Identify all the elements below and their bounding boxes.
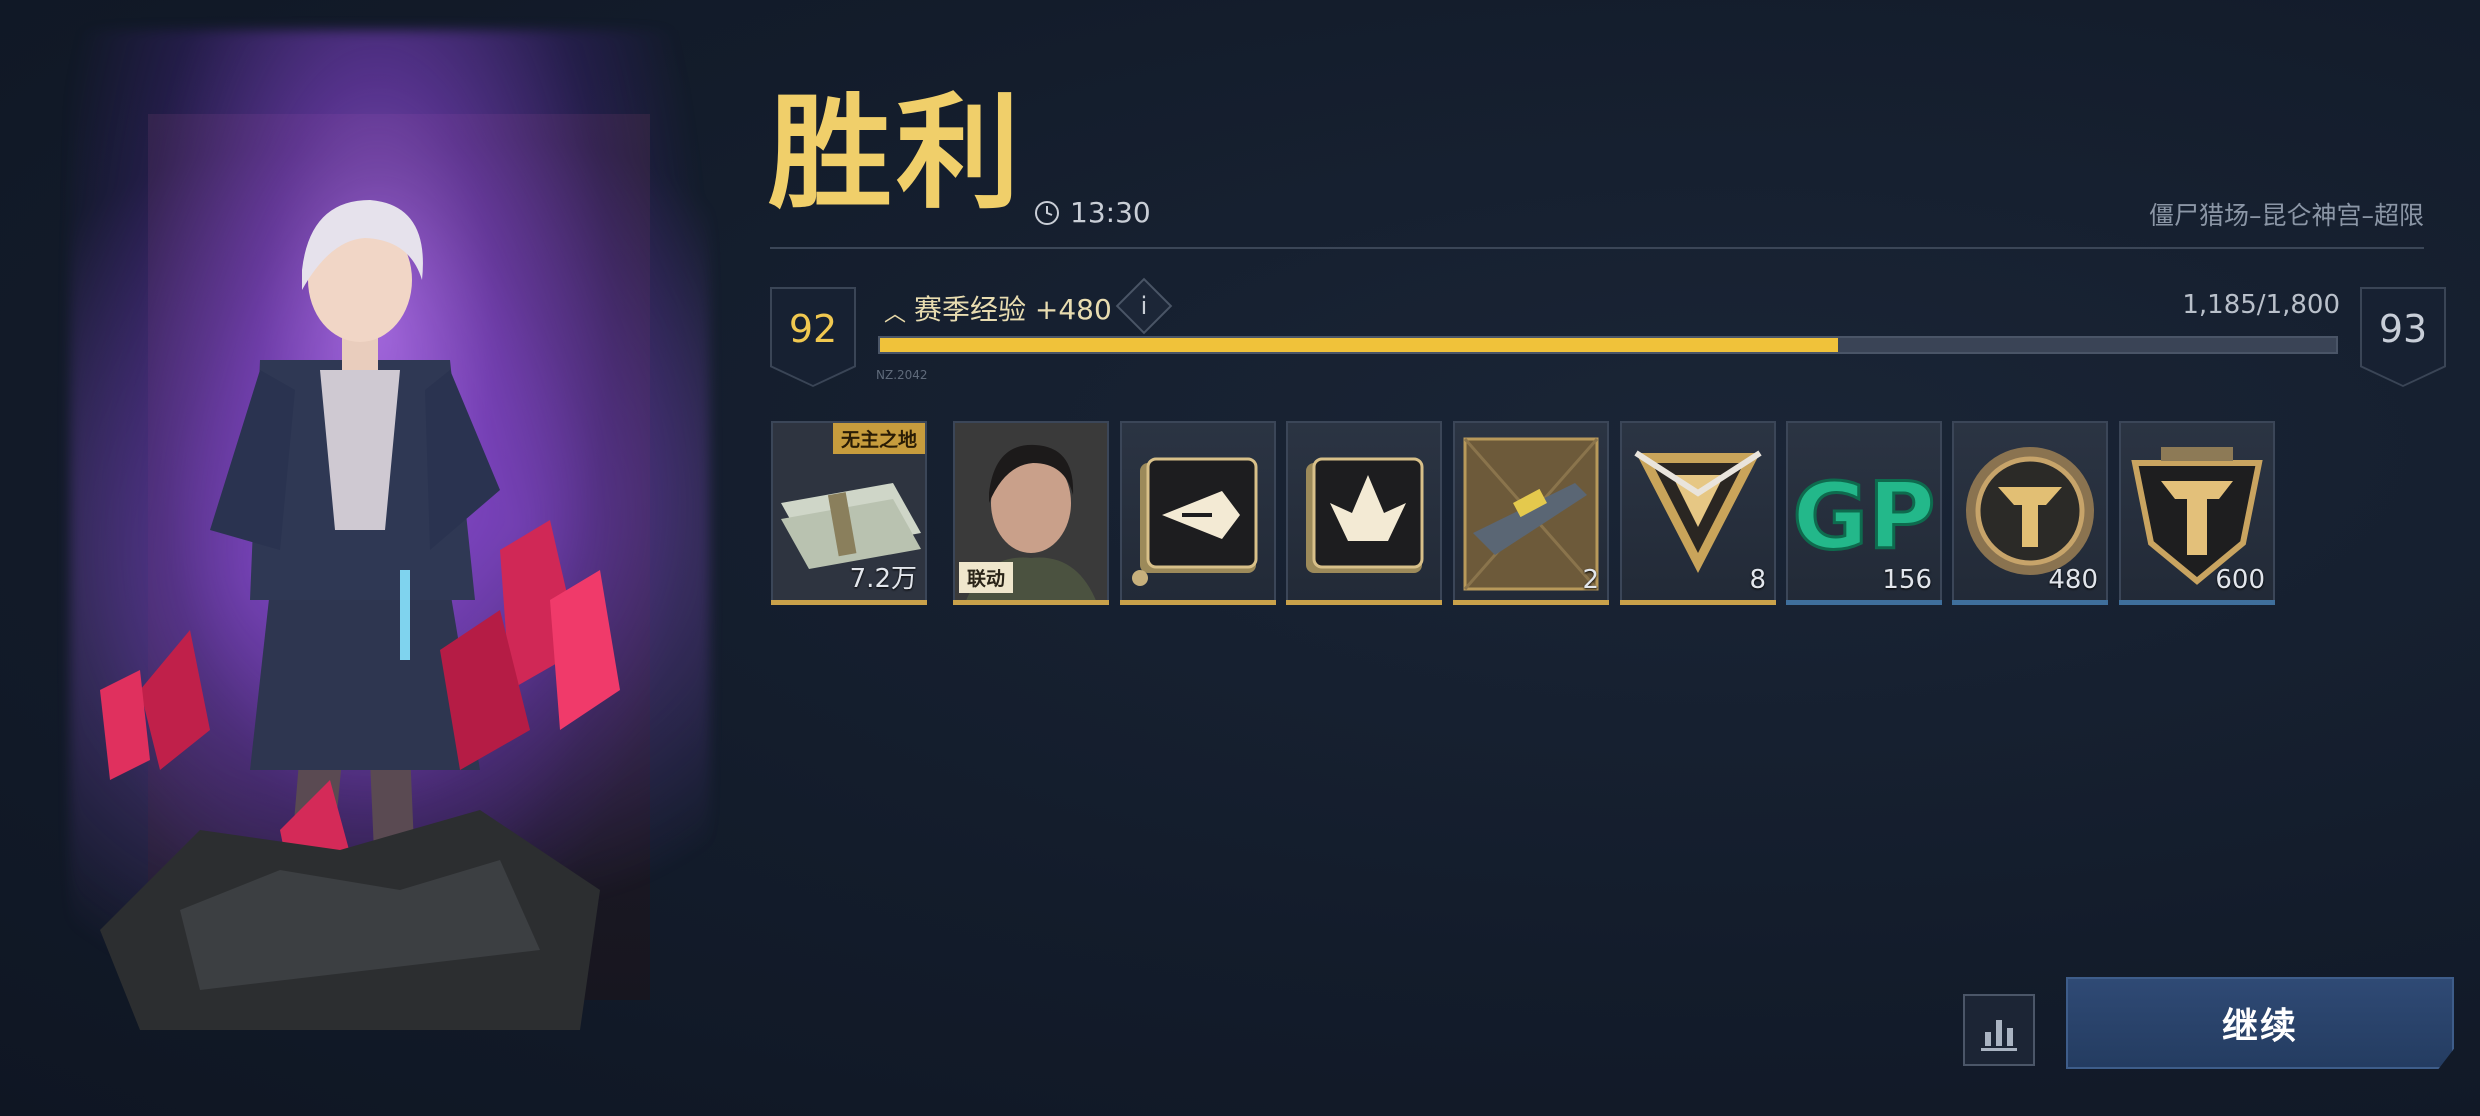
reward-quantity: 600 [2215,565,2265,595]
match-time: 13:30 [1070,196,1151,229]
reward-tag: 无主之地 [832,423,925,454]
progress-code: NZ.2042 [876,368,928,382]
character-illustration [100,200,620,1030]
current-level-value: 92 [772,289,854,385]
continue-button[interactable]: 继续 [2066,977,2454,1069]
reward-quantity: 8 [1749,565,1766,595]
header-divider [770,247,2424,249]
stats-button[interactable] [1963,994,2035,1066]
reward-quantity: 2 [1582,565,1599,595]
clock-icon [1035,201,1059,225]
next-level-value: 93 [2362,289,2444,385]
reward-quantity: 156 [1882,565,1932,595]
reward-shield-emblem[interactable]: 600 [2119,421,2275,605]
current-level-badge: 92 [770,287,856,387]
xp-progress-bar [878,336,2338,354]
season-xp-label: 赛季经验 +480 [914,293,1112,326]
info-icon-glyph: i [1140,292,1148,320]
reward-character-portrait[interactable]: 联动 [953,421,1109,605]
flame-emblem-icon [1306,457,1424,573]
bar-chart-icon [1981,1020,2017,1051]
reward-quantity: 7.2万 [849,564,917,594]
reward-tag: 联动 [959,562,1014,593]
reward-flame-emblem[interactable] [1286,421,1442,605]
reward-cash-stack[interactable]: 无主之地 7.2万 [771,421,927,605]
next-level-badge: 93 [2360,287,2446,387]
reward-quantity: 480 [2048,565,2098,595]
reward-rifle-crate[interactable]: 2 [1453,421,1609,605]
reward-bronze-medal[interactable]: 480 [1952,421,2108,605]
reward-triangle-crystal[interactable]: 8 [1620,421,1776,605]
reward-arrow-emblem[interactable] [1120,421,1276,605]
reward-gp-points[interactable]: GP 156 [1786,421,1942,605]
gp-label: GP [1793,463,1936,570]
arrow-emblem-icon [1132,457,1258,586]
victory-title: 胜利 [768,82,1025,226]
xp-progress-fill [880,338,1839,352]
chevron-up-icon: ︿ [884,302,907,327]
info-icon[interactable]: i [1115,277,1173,335]
xp-count: 1,185/1,800 [2182,290,2340,320]
game-mode-label: 僵尸猎场–昆仑神宫–超限 [2148,201,2424,230]
